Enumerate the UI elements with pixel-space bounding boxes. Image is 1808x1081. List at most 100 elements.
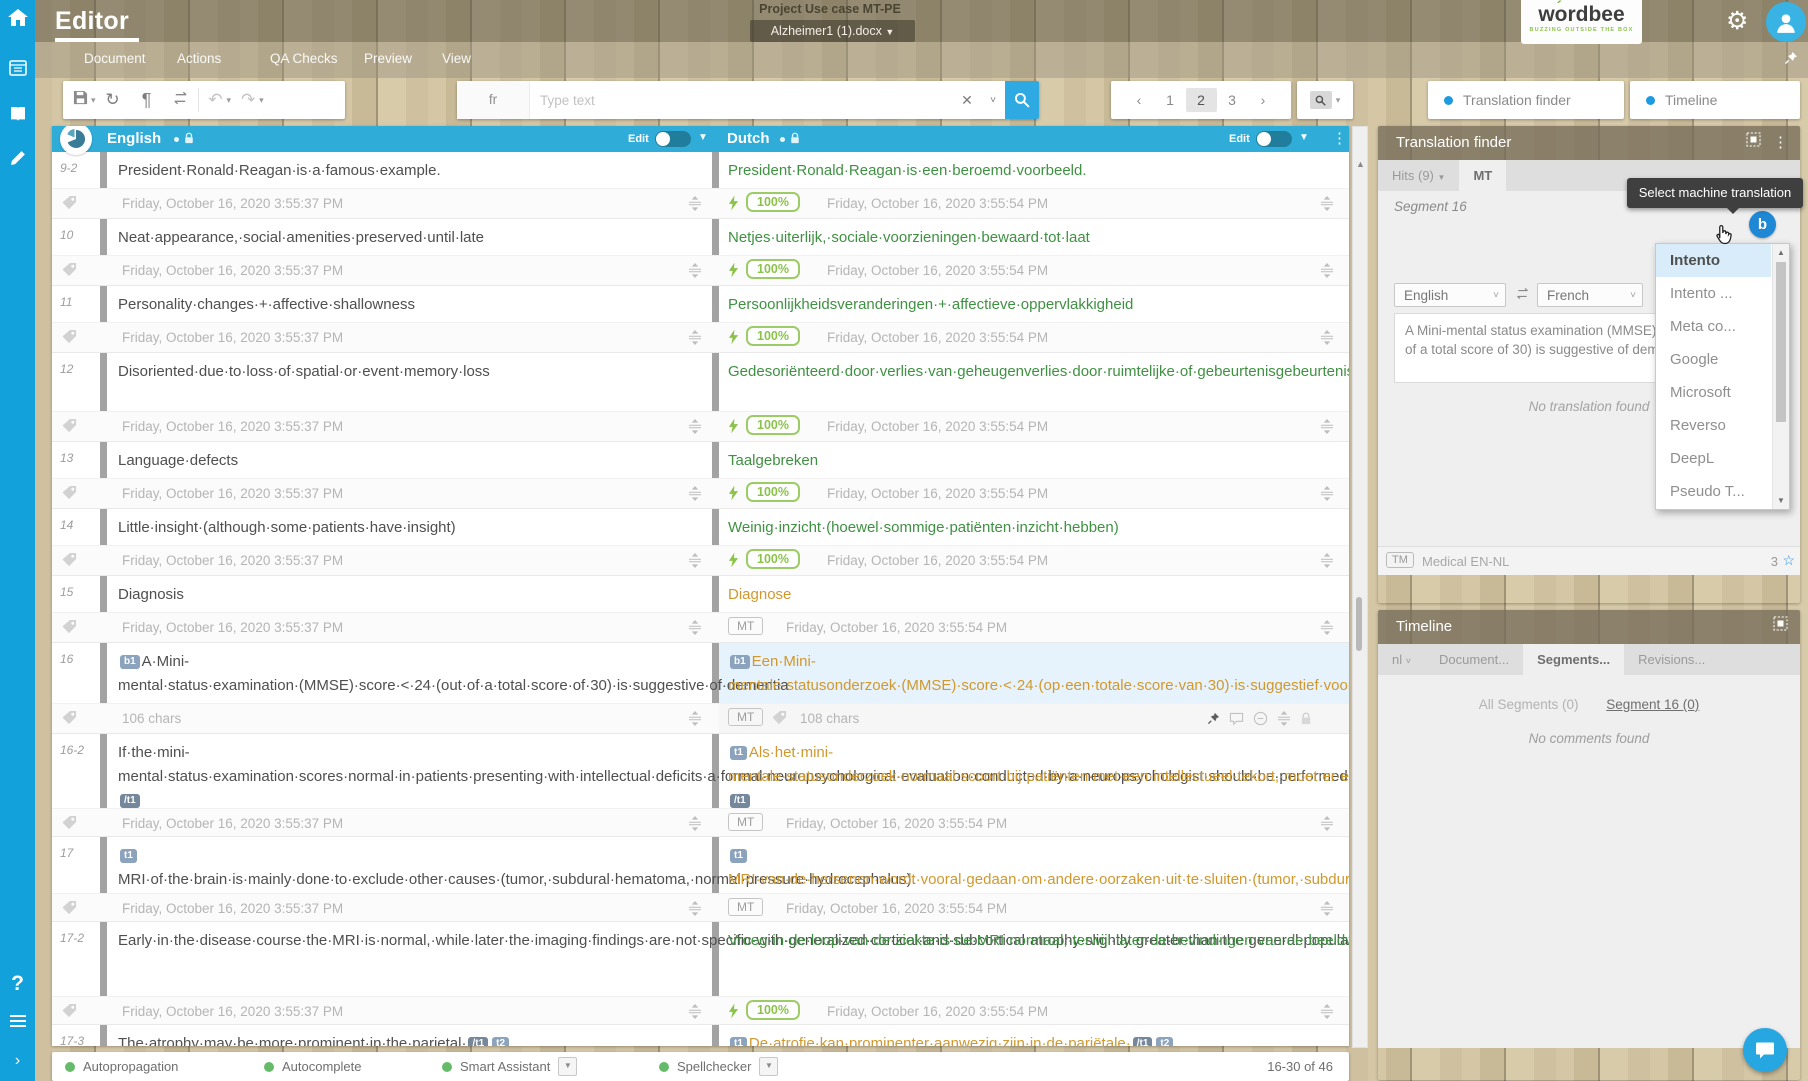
drag-handle-icon[interactable]: [688, 196, 702, 216]
help-icon[interactable]: ?: [0, 972, 35, 996]
target-cell[interactable]: Netjes·uiterlijk,·sociale·voorzieningen·…: [728, 219, 1308, 250]
prev-page-button[interactable]: ‹: [1124, 88, 1155, 112]
hamburger-menu-icon[interactable]: [0, 1014, 35, 1033]
drag-handle-icon[interactable]: [1320, 196, 1334, 216]
source-cell[interactable]: Disoriented·due·to·loss·of·spatial·or·ev…: [118, 353, 698, 384]
target-cell[interactable]: Persoonlijkheidsveranderingen·+·affectie…: [728, 286, 1308, 317]
user-avatar[interactable]: [1766, 2, 1806, 42]
menu-item-actions[interactable]: Actions: [177, 51, 221, 66]
tab-hits[interactable]: Hits (9) ▼: [1378, 160, 1459, 191]
drag-handle-icon[interactable]: [688, 1004, 702, 1024]
drag-handle-icon[interactable]: [1320, 620, 1334, 640]
translation-finder-toggle[interactable]: Translation finder: [1428, 81, 1624, 119]
segment-row-10[interactable]: 10Neat·appearance,·social·amenities·pres…: [52, 219, 1349, 286]
refresh-button[interactable]: ↻: [96, 90, 130, 110]
status-toggle-autocomplete[interactable]: Autocomplete: [264, 1052, 362, 1081]
panel-menu-icon[interactable]: ⋮: [1773, 126, 1788, 160]
target-cell[interactable]: Taalgebreken: [728, 442, 1308, 473]
target-cell[interactable]: t1Als·het·mini-mentale·statusonderzoek·n…: [728, 734, 1308, 813]
page-button-3[interactable]: 3: [1217, 88, 1248, 112]
search-input[interactable]: [530, 93, 953, 108]
drag-handle-icon[interactable]: [1320, 486, 1334, 506]
status-toggle-menu-button[interactable]: ▼: [759, 1057, 778, 1076]
drag-handle-icon[interactable]: [688, 816, 702, 836]
source-edit-toggle[interactable]: [655, 131, 691, 147]
timeline-tab-document[interactable]: Document...: [1425, 644, 1523, 675]
provider-option-pseudo-t-[interactable]: Pseudo T...: [1656, 475, 1771, 508]
segment-16-link[interactable]: Segment 16 (0): [1606, 697, 1699, 712]
source-cell[interactable]: Neat·appearance,·social·amenities·preser…: [118, 219, 698, 250]
segment-row-17[interactable]: 17t1MRI·of·the·brain·is·mainly·done·to·e…: [52, 837, 1349, 922]
home-icon[interactable]: [0, 9, 35, 32]
drag-handle-icon[interactable]: [1320, 816, 1334, 836]
pilcrow-toggle-button[interactable]: ¶: [130, 90, 164, 111]
target-edit-toggle[interactable]: [1256, 131, 1292, 147]
all-segments-link[interactable]: All Segments (0): [1479, 697, 1579, 712]
settings-gear-icon[interactable]: ⚙: [1726, 6, 1748, 36]
drag-handle-icon[interactable]: [688, 620, 702, 640]
drag-handle-icon[interactable]: [1320, 263, 1334, 283]
book-icon[interactable]: [0, 106, 35, 127]
drag-handle-icon[interactable]: [688, 553, 702, 573]
table-scrollbar[interactable]: ▲: [1352, 126, 1368, 1048]
source-cell[interactable]: The·atrophy·may·be·more·prominent·in·the…: [118, 1025, 698, 1046]
segment-filter-icon[interactable]: [1310, 91, 1332, 109]
drag-handle-icon[interactable]: [1320, 901, 1334, 921]
source-cell[interactable]: If·the·mini-mental·status·examination·sc…: [118, 734, 698, 813]
segment-row-9-2[interactable]: 9-2President·Ronald·Reagan·is·a·famous·e…: [52, 152, 1349, 219]
menu-item-qa-checks[interactable]: QA Checks: [270, 51, 338, 66]
target-cell[interactable]: President·Ronald·Reagan·is·een·beroemd·v…: [728, 152, 1308, 183]
source-cell[interactable]: Diagnosis: [118, 576, 698, 607]
drag-handle-icon[interactable]: [688, 486, 702, 506]
chat-fab-button[interactable]: [1743, 1028, 1787, 1072]
panel-layout-icon[interactable]: [1746, 126, 1761, 160]
source-cell[interactable]: Early·in·the·disease·course·the·MRI·is·n…: [118, 922, 698, 953]
dropdown-scroll-down-icon[interactable]: ▼: [1773, 496, 1789, 505]
drag-handle-icon[interactable]: [1320, 419, 1334, 439]
segment-row-15[interactable]: 15DiagnosisDiagnoseFriday, October 16, 2…: [52, 576, 1349, 643]
scrollbar-thumb[interactable]: [1356, 597, 1362, 651]
dropdown-scroll-thumb[interactable]: [1776, 262, 1786, 422]
clear-search-icon[interactable]: ✕: [953, 92, 981, 109]
timeline-tab-segments[interactable]: Segments...: [1523, 644, 1624, 675]
provider-option-meta-co-[interactable]: Meta co...: [1656, 310, 1771, 343]
provider-option-microsoft[interactable]: Microsoft: [1656, 376, 1771, 409]
target-cell[interactable]: Weinig·inzicht·(hoewel·sommige·patiënten…: [728, 509, 1308, 540]
intento-logo-icon[interactable]: b: [1749, 211, 1776, 238]
drag-handle-icon[interactable]: [1320, 1004, 1334, 1024]
target-cell[interactable]: t1De·atrofie·kan·prominenter·aanwezig·zi…: [728, 1025, 1308, 1046]
provider-option-reverso[interactable]: Reverso: [1656, 409, 1771, 442]
tab-mt[interactable]: MT: [1459, 160, 1506, 191]
search-button[interactable]: [1005, 81, 1039, 119]
filter-carat[interactable]: ▾: [1336, 95, 1341, 106]
scroll-up-arrow[interactable]: ▲: [1356, 159, 1365, 169]
segment-row-16-2[interactable]: 16-2If·the·mini-mental·status·examinatio…: [52, 734, 1349, 837]
dropdown-scrollbar[interactable]: ▲ ▼: [1772, 244, 1789, 509]
target-cell[interactable]: Gedesoriënteerd·door·verlies·van·geheuge…: [728, 353, 1308, 384]
timeline-toggle[interactable]: Timeline: [1630, 81, 1800, 119]
drag-handle-icon[interactable]: [688, 711, 702, 731]
segment-row-17-2[interactable]: 17-2Early·in·the·disease·course·the·MRI·…: [52, 922, 1349, 1025]
favorite-star-icon[interactable]: ☆: [1782, 552, 1795, 569]
source-lang-select[interactable]: English˅: [1394, 283, 1506, 307]
menu-item-view[interactable]: View: [442, 51, 471, 66]
status-toggle-autopropagation[interactable]: Autopropagation: [65, 1052, 178, 1081]
tab-language[interactable]: nl ˅: [1378, 644, 1425, 675]
expand-rail-icon[interactable]: ›: [0, 1052, 35, 1070]
page-button-2[interactable]: 2: [1186, 88, 1217, 112]
panel-layout-icon[interactable]: [1773, 610, 1788, 644]
provider-option-intento-[interactable]: Intento ...: [1656, 277, 1771, 310]
source-cell[interactable]: Language·defects: [118, 442, 698, 473]
toolbar-more-carat[interactable]: ▾: [259, 95, 264, 106]
status-toggle-smart assistant[interactable]: Smart Assistant▼: [442, 1052, 577, 1081]
document-selector[interactable]: Alzheimer1 (1).docx ▼: [750, 20, 915, 42]
drag-handle-icon[interactable]: [688, 901, 702, 921]
segment-row-14[interactable]: 14Little·insight·(although·some·patients…: [52, 509, 1349, 576]
target-lang-select[interactable]: French˅: [1537, 283, 1643, 307]
timeline-tab-revisions[interactable]: Revisions...: [1624, 644, 1719, 675]
pin-icon[interactable]: [1784, 51, 1798, 70]
menu-item-preview[interactable]: Preview: [364, 51, 412, 66]
find-replace-button[interactable]: [164, 90, 198, 110]
table-menu-icon[interactable]: ⋮: [1332, 129, 1347, 147]
segment-action-icons[interactable]: [1207, 711, 1312, 726]
